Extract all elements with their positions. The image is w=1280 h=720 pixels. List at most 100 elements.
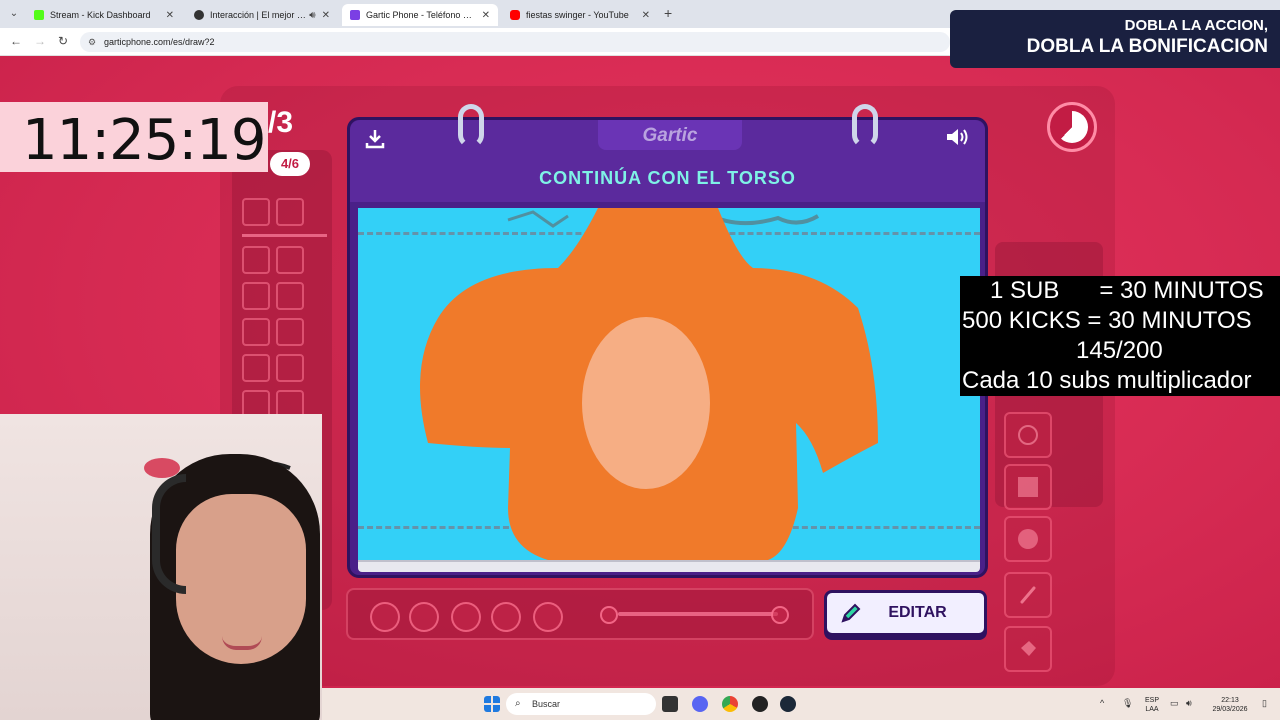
drawing-prompt: CONTINÚA CON EL TORSO bbox=[539, 168, 796, 188]
promo-banner: DOBLA LA ACCION, DOBLA LA BONIFICACION bbox=[950, 10, 1280, 68]
close-icon[interactable]: ✕ bbox=[642, 10, 650, 21]
notebook-header: Gartic CONTINÚA CON EL TORSO bbox=[350, 120, 985, 202]
sound-icon[interactable] bbox=[945, 126, 971, 154]
site-favicon-icon bbox=[194, 10, 204, 20]
subathon-info-box: 1 SUB = 30 MINUTOS 500 KICKS = 30 MINUTO… bbox=[960, 276, 1280, 396]
brush-size-button[interactable] bbox=[491, 602, 521, 632]
pencil-icon bbox=[841, 603, 861, 623]
brush-size-button[interactable] bbox=[370, 602, 400, 632]
file-explorer-icon[interactable] bbox=[662, 696, 678, 712]
tab-title: Gartic Phone - Teléfono Descon... bbox=[366, 10, 476, 20]
gartic-favicon-icon bbox=[350, 10, 360, 20]
color-slot[interactable] bbox=[242, 198, 270, 226]
discord-icon[interactable] bbox=[692, 696, 708, 712]
kick-favicon-icon bbox=[34, 10, 44, 20]
close-icon[interactable]: ✕ bbox=[482, 10, 490, 21]
gartic-logo: Gartic bbox=[598, 120, 742, 150]
info-line-kicks: 500 KICKS = 30 MINUTOS bbox=[962, 307, 1252, 334]
tab-title: fiestas swinger - YouTube bbox=[526, 10, 629, 20]
slider-min-knob[interactable] bbox=[600, 606, 618, 624]
close-icon[interactable]: ✕ bbox=[166, 10, 174, 21]
slider-max-knob[interactable] bbox=[771, 606, 789, 624]
bucket-icon bbox=[1021, 641, 1036, 656]
color-slot[interactable] bbox=[276, 354, 304, 382]
square-icon bbox=[1018, 477, 1038, 497]
tab-interaccion[interactable]: Interacción | El mejor softw... 🔊︎ ✕ bbox=[186, 4, 338, 26]
obs-icon[interactable] bbox=[752, 696, 768, 712]
language-indicator[interactable]: ESP LAA bbox=[1142, 696, 1162, 714]
reload-icon[interactable]: ↻ bbox=[58, 34, 68, 48]
microphone-icon[interactable]: 🎙︎ bbox=[1122, 698, 1133, 709]
volume-icon[interactable]: 🔊︎ bbox=[1186, 698, 1192, 709]
color-slot[interactable] bbox=[242, 282, 270, 310]
language-code: ESP bbox=[1144, 697, 1159, 704]
round-counter: /3 bbox=[268, 106, 294, 139]
notification-icon[interactable]: ▯ bbox=[1262, 698, 1267, 709]
new-tab-button[interactable]: + bbox=[664, 5, 672, 21]
brush-size-button[interactable] bbox=[451, 602, 481, 632]
taskbar-clock[interactable]: 22:13 29/03/2026 bbox=[1206, 696, 1254, 714]
color-slot[interactable] bbox=[242, 318, 270, 346]
keyboard-layout: LAA bbox=[1145, 706, 1159, 713]
edit-button-label: EDITAR bbox=[888, 604, 947, 621]
stream-clock: 11:25:19 bbox=[22, 108, 267, 173]
youtube-favicon-icon bbox=[510, 10, 520, 20]
back-arrow-icon[interactable]: ← bbox=[10, 34, 22, 48]
color-slot[interactable] bbox=[242, 354, 270, 382]
close-icon[interactable]: ✕ bbox=[322, 10, 330, 21]
line-tool-button[interactable] bbox=[1004, 572, 1052, 618]
download-icon[interactable] bbox=[364, 128, 386, 156]
ellipse-tool-button[interactable] bbox=[1004, 412, 1052, 458]
notebook-ring bbox=[852, 104, 878, 148]
network-icon[interactable]: ▭ bbox=[1170, 698, 1179, 709]
tab-search-button[interactable]: ⌄ bbox=[6, 6, 22, 22]
tab-gartic-phone[interactable]: Gartic Phone - Teléfono Descon... ✕ bbox=[342, 4, 498, 26]
players-badge: 4/6 bbox=[270, 152, 310, 176]
promo-line-2: DOBLA LA BONIFICACION bbox=[1026, 36, 1268, 57]
windows-taskbar bbox=[322, 688, 1280, 720]
color-slot[interactable] bbox=[276, 246, 304, 274]
address-bar[interactable]: ⚙ garticphone.com/es/draw?2 bbox=[80, 32, 950, 52]
brush-size-button[interactable] bbox=[533, 602, 563, 632]
taskbar-search[interactable]: ⌕ Buscar bbox=[506, 693, 656, 715]
rectangle-fill-tool-button[interactable] bbox=[1004, 464, 1052, 510]
circle-icon bbox=[1018, 529, 1038, 549]
promo-line-1: DOBLA LA ACCION, bbox=[1124, 17, 1268, 34]
windows-start-icon[interactable] bbox=[484, 696, 500, 712]
headset bbox=[152, 474, 186, 594]
forward-arrow-icon[interactable]: → bbox=[34, 34, 46, 48]
chevron-up-icon[interactable]: ^ bbox=[1100, 698, 1104, 708]
ellipse-icon bbox=[1018, 425, 1038, 445]
color-slot[interactable] bbox=[242, 246, 270, 274]
site-info-icon[interactable]: ⚙ bbox=[88, 32, 96, 52]
color-slot[interactable] bbox=[276, 282, 304, 310]
search-placeholder: Buscar bbox=[532, 699, 561, 709]
notebook-page-edge bbox=[358, 560, 980, 572]
webcam-feed bbox=[0, 414, 322, 720]
panel-divider bbox=[242, 234, 327, 237]
torso-drawing bbox=[420, 208, 878, 560]
tab-title: Interacción | El mejor softw... bbox=[210, 10, 307, 20]
info-line-progress: 145/200 bbox=[1076, 337, 1163, 364]
color-slot[interactable] bbox=[276, 318, 304, 346]
search-icon: ⌕ bbox=[515, 698, 521, 709]
info-line-multiplier: Cada 10 subs multiplicador bbox=[962, 367, 1252, 394]
tab-kick-dashboard[interactable]: Stream - Kick Dashboard ✕ bbox=[26, 4, 182, 26]
steam-icon[interactable] bbox=[780, 696, 796, 712]
speaker-icon[interactable]: 🔊︎ bbox=[309, 10, 315, 21]
drawing-canvas[interactable] bbox=[358, 208, 980, 560]
round-timer bbox=[1047, 102, 1097, 152]
color-slot[interactable] bbox=[276, 198, 304, 226]
line-icon bbox=[1020, 586, 1036, 604]
taskbar-date: 29/03/2026 bbox=[1212, 706, 1248, 713]
notebook-ring bbox=[458, 104, 484, 148]
ellipse-fill-tool-button[interactable] bbox=[1004, 516, 1052, 562]
tab-youtube[interactable]: fiestas swinger - YouTube ✕ bbox=[502, 4, 658, 26]
drawing-notebook: Gartic CONTINÚA CON EL TORSO bbox=[347, 104, 988, 578]
brush-size-button[interactable] bbox=[409, 602, 439, 632]
fill-tool-button[interactable] bbox=[1004, 626, 1052, 672]
opacity-slider-track[interactable] bbox=[618, 612, 778, 616]
edit-button[interactable]: EDITAR bbox=[824, 590, 987, 636]
info-line-subs: 1 SUB = 30 MINUTOS bbox=[990, 277, 1264, 304]
chrome-icon[interactable] bbox=[722, 696, 738, 712]
